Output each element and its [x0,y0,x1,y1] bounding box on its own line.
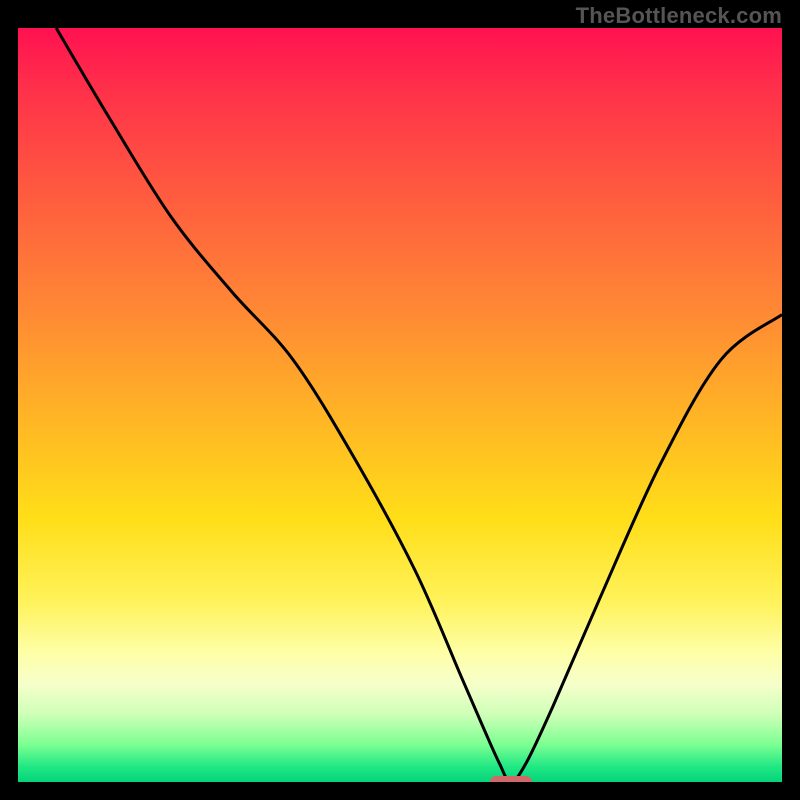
plot-area [18,28,782,782]
optimum-marker [490,776,532,782]
curve-layer [18,28,782,782]
chart-frame [0,0,800,800]
bottleneck-curve [56,28,782,782]
